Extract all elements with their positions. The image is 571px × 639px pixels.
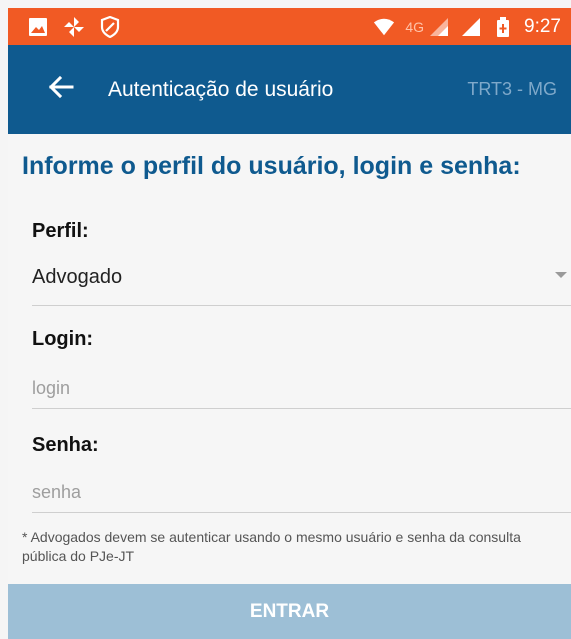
auth-note: * Advogados devem se autenticar usando o… xyxy=(22,529,521,564)
app-bar: Autenticação de usuário TRT3 - MG xyxy=(8,45,571,134)
entrar-button[interactable]: ENTRAR xyxy=(8,584,571,639)
region-label: TRT3 - MG xyxy=(467,79,557,99)
shield-icon xyxy=(99,15,121,38)
page-title: Autenticação de usuário xyxy=(108,77,334,101)
form-heading: Informe o perfil do usuário, login e sen… xyxy=(22,152,521,180)
login-label: Login: xyxy=(32,328,94,350)
perfil-select[interactable]: Advogado xyxy=(32,262,571,306)
perfil-value: Advogado xyxy=(32,266,123,288)
status-time: 9:27 xyxy=(524,15,561,37)
senha-label: Senha: xyxy=(32,434,99,456)
senha-input[interactable] xyxy=(32,473,571,513)
perfil-label: Perfil: xyxy=(32,220,89,242)
signal-icon xyxy=(460,16,482,38)
dropdown-arrow-icon xyxy=(555,272,567,278)
image-icon xyxy=(27,16,49,38)
arrow-left-icon xyxy=(48,75,74,104)
battery-icon xyxy=(492,16,514,38)
network-type: 4G xyxy=(405,18,425,35)
signal-icon xyxy=(428,16,450,38)
pinwheel-icon xyxy=(63,16,85,38)
login-input[interactable] xyxy=(32,369,571,409)
wifi-icon xyxy=(373,16,395,38)
back-button[interactable] xyxy=(36,65,86,115)
login-form: Informe o perfil do usuário, login e sen… xyxy=(8,134,571,584)
status-bar: 4G 9:27 xyxy=(8,8,571,45)
